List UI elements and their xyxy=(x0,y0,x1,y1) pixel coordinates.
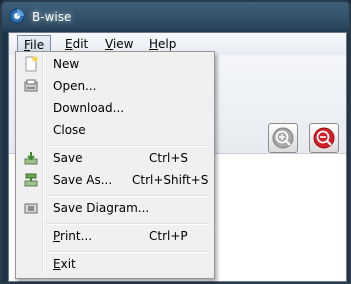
menu-view-label: iew xyxy=(112,37,134,51)
menu-item-close[interactable]: Close xyxy=(18,119,210,141)
menu-item-save-diagram-label: Save Diagram... xyxy=(53,201,150,215)
zoom-out-button[interactable] xyxy=(309,123,339,153)
menu-item-save-label: Save xyxy=(53,151,83,165)
zoom-in-button[interactable] xyxy=(268,123,298,153)
window-title: B-wise xyxy=(32,10,72,24)
menu-item-save-as-label: Save As... xyxy=(53,173,113,187)
menu-item-save-as-shortcut: Ctrl+Shift+S xyxy=(132,173,209,187)
menu-item-print-shortcut: Ctrl+P xyxy=(149,229,188,243)
menu-edit-mnemonic: E xyxy=(65,37,73,51)
menu-item-print-mnemonic: P xyxy=(53,229,61,243)
menu-item-new[interactable]: New xyxy=(18,53,210,75)
open-icon xyxy=(24,79,38,92)
app-logo-icon xyxy=(9,8,25,24)
menu-item-print-text: rint... xyxy=(60,229,93,243)
save-diagram-icon xyxy=(24,203,38,214)
menu-item-save-as[interactable]: Save As... Ctrl+Shift+S xyxy=(18,169,210,191)
menu-item-new-label: New xyxy=(53,57,80,71)
menu-item-close-label: Close xyxy=(53,123,86,137)
menu-item-print-label: Print... xyxy=(53,225,92,247)
file-menu-dropdown: New Open... Download... Close Save Ctrl+… xyxy=(15,51,215,279)
menu-item-print[interactable]: Print... Ctrl+P xyxy=(18,225,210,247)
menu-help-label: elp xyxy=(158,37,177,51)
menu-item-open[interactable]: Open... xyxy=(18,75,210,97)
new-document-icon xyxy=(25,56,38,72)
menu-item-exit-text: xit xyxy=(60,257,76,271)
menu-item-exit[interactable]: Exit xyxy=(18,253,210,275)
zoom-out-icon xyxy=(313,127,335,149)
save-icon xyxy=(24,152,38,165)
menu-edit-label: dit xyxy=(72,37,89,51)
menu-item-download-label: Download... xyxy=(53,101,125,115)
menu-item-save-shortcut: Ctrl+S xyxy=(149,151,189,165)
zoom-in-icon xyxy=(272,127,294,149)
save-as-icon xyxy=(24,173,38,187)
menu-item-open-label: Open... xyxy=(53,79,97,93)
menu-file-label: ile xyxy=(30,38,45,52)
menu-help-mnemonic: H xyxy=(149,37,159,51)
menu-item-download[interactable]: Download... xyxy=(18,97,210,119)
menu-item-save[interactable]: Save Ctrl+S xyxy=(18,147,210,169)
title-bar[interactable]: B-wise xyxy=(2,2,349,32)
menu-item-exit-label: Exit xyxy=(53,253,76,275)
menu-item-save-diagram[interactable]: Save Diagram... xyxy=(18,197,210,219)
menu-view-mnemonic: V xyxy=(105,37,113,51)
menu-item-exit-mnemonic: E xyxy=(53,257,61,271)
